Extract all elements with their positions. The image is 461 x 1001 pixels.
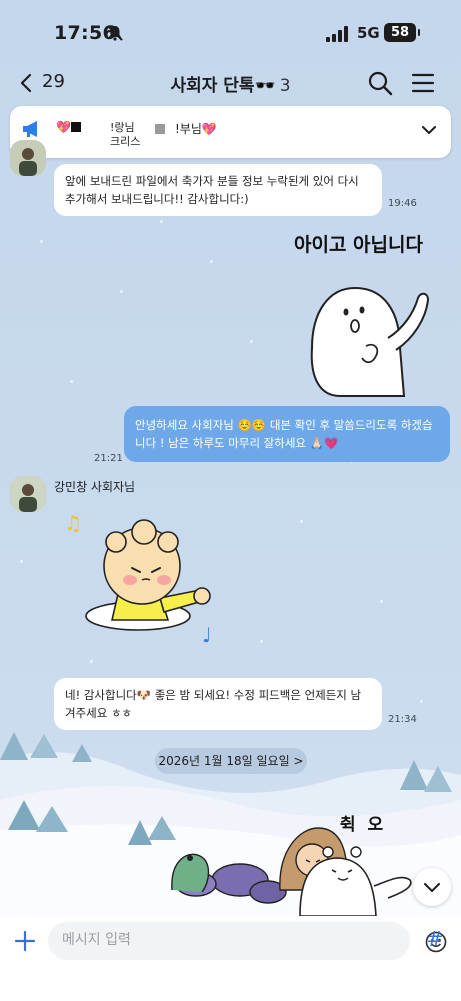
sticker-message[interactable]: 아이고 아닙니다	[286, 226, 446, 402]
status-bar: 17:56 5G 58	[0, 0, 461, 62]
svg-text:♩: ♩	[202, 623, 211, 647]
avatar[interactable]	[10, 140, 46, 176]
message-text: 안녕하세요 사회자님 ☺️☺️ 대본 확인 후 말씀드리도록 하겠습니다 ! 남…	[135, 418, 433, 450]
svg-text:♫: ♫	[64, 511, 82, 535]
message-input[interactable]	[62, 932, 362, 948]
sender-avatar[interactable]	[10, 476, 46, 512]
chat-title-text: 사회자 단톡🕶️	[170, 76, 276, 96]
notice-text-2: !랑님 크리스	[110, 121, 141, 148]
message-text: 앞에 보내드린 파일에서 축가자 분들 정보 누락된게 있어 다시 추가해서 보…	[65, 174, 359, 206]
message-bubble-outgoing[interactable]: 안녕하세요 사회자님 ☺️☺️ 대본 확인 후 말씀드리도록 하겠습니다 ! 남…	[124, 406, 450, 462]
message-input-container[interactable]	[48, 922, 447, 960]
chat-header: 29 사회자 단톡🕶️ 3	[0, 62, 461, 102]
notice-banner[interactable]: 💖 !랑님 크리스 !부님💖	[10, 106, 451, 158]
member-count: 3	[279, 76, 291, 96]
chevron-down-icon[interactable]	[421, 122, 437, 138]
waving-character-sticker	[310, 286, 430, 397]
signal-icon	[326, 26, 348, 42]
hashtag-icon[interactable]: #	[424, 927, 446, 953]
search-icon[interactable]	[367, 70, 393, 96]
sticker-message[interactable]: ♫ ♩	[60, 508, 230, 648]
sender-name: 강민창 사회자님	[54, 480, 136, 494]
date-divider[interactable]: 2026년 1월 18일 일요일 >	[155, 748, 307, 774]
notice-text-1: 💖	[56, 120, 81, 134]
message-bubble[interactable]: 네! 감사합니다🐶 좋은 밤 되세요! 수정 피드백은 언제든지 남겨주세요 ㅎ…	[54, 678, 382, 730]
message-timestamp: 19:46	[388, 198, 417, 209]
bell-muted-icon	[107, 25, 123, 41]
megaphone-icon	[23, 121, 37, 137]
message-text: 네! 감사합니다🐶 좋은 밤 되세요! 수정 피드백은 언제든지 남겨주세요 ㅎ…	[65, 688, 362, 720]
sticker-caption: 췩 오	[340, 815, 384, 835]
battery-indicator: 58	[384, 23, 420, 42]
message-timestamp: 21:21	[94, 453, 123, 464]
scroll-to-bottom-button[interactable]	[413, 868, 451, 906]
plus-icon[interactable]	[12, 928, 38, 954]
dog-character-sticker: ♫ ♩	[64, 511, 211, 647]
sticker-caption: 아이고 아닙니다	[294, 234, 423, 256]
message-composer: #	[0, 916, 461, 1001]
menu-icon[interactable]	[410, 70, 436, 96]
chevron-down-icon	[424, 883, 440, 892]
message-timestamp: 21:34	[388, 714, 417, 725]
network-type: 5G	[357, 24, 380, 42]
notice-text-3: !부님💖	[155, 120, 217, 137]
sticker-message[interactable]: 췩 오	[150, 800, 420, 917]
message-bubble[interactable]: 앞에 보내드린 파일에서 축가자 분들 정보 누락된게 있어 다시 추가해서 보…	[54, 164, 382, 216]
